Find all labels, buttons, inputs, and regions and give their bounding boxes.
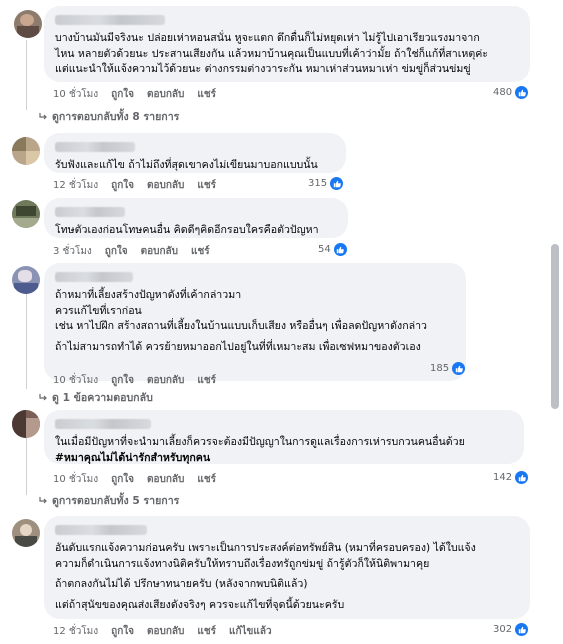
commenter-name-blurred[interactable] [55,142,135,152]
like-button[interactable]: ถูกใจ [105,244,128,259]
comment-actions: 10 ชั่วโมง ถูกใจ ตอบกลับ แชร์ [53,87,216,102]
comment-text: ถ้าไม่สามารถทำได้ ควรย้ายหมาออกไปอยู่ในท… [55,340,421,353]
reaction-count[interactable]: 315 [308,177,344,190]
avatar[interactable] [12,137,40,165]
comment-actions: 10 ชั่วโมง ถูกใจ ตอบกลับ แชร์ [53,472,216,487]
reply-arrow-icon [39,112,47,119]
like-button[interactable]: ถูกใจ [111,624,134,639]
reply-button[interactable]: ตอบกลับ [141,244,178,259]
avatar[interactable] [12,266,40,294]
comment-bubble: โทษตัวเองก่อนโทษคนอื่น คิดดีๆคิดอีกรอบใค… [44,198,348,238]
comment-bubble: อันดับแรกแจ้งความก่อนครับ เพราะเป็นการปร… [44,516,530,619]
edited-label: แก้ไขแล้ว [229,626,272,637]
comment-text: โทษตัวเองก่อนโทษคนอื่น คิดดีๆคิดอีกรอบใค… [55,224,319,236]
comment-text: ในเมื่อมีปัญหาที่จะนำมาเลี้ยงก็ควรจะต้อง… [55,436,465,448]
reply-button[interactable]: ตอบกลับ [147,178,184,193]
timestamp[interactable]: 10 ชั่วโมง [53,472,98,487]
share-button[interactable]: แชร์ [197,373,216,388]
reaction-count[interactable]: 480 [493,86,529,99]
commenter-name-blurred[interactable] [55,525,147,535]
reaction-number: 315 [308,178,328,189]
avatar[interactable] [14,10,42,38]
like-icon [515,86,529,99]
comment-text: อันดับแรกแจ้งความก่อนครับ เพราะเป็นการปร… [55,542,476,570]
reaction-count[interactable]: 185 [430,362,466,375]
commenter-name-blurred[interactable] [55,15,165,25]
timestamp[interactable]: 10 ชั่วโมง [53,373,98,388]
view-replies-label: ดูการตอบกลับทั้ง 8 รายการ [52,111,180,123]
like-button[interactable]: ถูกใจ [111,87,134,102]
like-icon [330,177,344,190]
like-icon [333,243,347,256]
view-replies-link[interactable]: ดูการตอบกลับทั้ง 8 รายการ [38,108,179,125]
reaction-count[interactable]: 54 [318,243,347,256]
comment-text: บางบ้านมันมีจริงนะ ปล่อยเห่าหอนสนั่น หูจ… [55,32,488,75]
commenter-name-blurred[interactable] [55,272,133,282]
reply-button[interactable]: ตอบกลับ [147,373,184,388]
reply-button[interactable]: ตอบกลับ [147,624,184,639]
comment-text: แต่ถ้าสุนัขของคุณส่งเสียงดังจริงๆ ควรจะแ… [55,598,345,611]
reply-arrow-icon [39,393,47,400]
like-button[interactable]: ถูกใจ [111,472,134,487]
view-replies-link[interactable]: ดู 1 ข้อความตอบกลับ [38,389,153,406]
like-button[interactable]: ถูกใจ [111,178,134,193]
comment-text: ถ้าหมาที่เลี้ยงสร้างปัญหาดังที่เค้ากล่าว… [55,289,427,332]
thread-line [26,40,27,110]
share-button[interactable]: แชร์ [197,472,216,487]
view-replies-label: ดู 1 ข้อความตอบกลับ [52,392,153,404]
reaction-number: 185 [430,363,450,374]
reaction-number: 480 [493,87,513,98]
like-button[interactable]: ถูกใจ [111,373,134,388]
share-button[interactable]: แชร์ [197,178,216,193]
reply-button[interactable]: ตอบกลับ [147,472,184,487]
reaction-count[interactable]: 302 [493,623,529,636]
like-icon [452,362,466,375]
comment-actions: 12 ชั่วโมง ถูกใจ ตอบกลับ แชร์ [53,178,216,193]
timestamp[interactable]: 12 ชั่วโมง [53,624,98,639]
scrollbar-thumb[interactable] [551,244,559,409]
timestamp[interactable]: 12 ชั่วโมง [53,178,98,193]
avatar[interactable] [12,519,40,547]
like-icon [515,623,529,636]
avatar[interactable] [12,200,40,228]
share-button[interactable]: แชร์ [197,87,216,102]
reaction-count[interactable]: 142 [493,471,529,484]
reaction-number: 54 [318,244,331,255]
comment-bubble: รับฟังและแก้ไข ถ้าไม่ถึงที่สุดเขาคงไม่เข… [44,133,346,173]
comment-bubble: ถ้าหมาที่เลี้ยงสร้างปัญหาดังที่เค้ากล่าว… [44,263,466,381]
reply-arrow-icon [39,496,47,503]
commenter-name-blurred[interactable] [55,207,125,217]
timestamp[interactable]: 10 ชั่วโมง [53,87,98,102]
like-icon [515,471,529,484]
share-button[interactable]: แชร์ [191,244,210,259]
comment-actions: 12 ชั่วโมง ถูกใจ ตอบกลับ แชร์ แก้ไขแล้ว [53,624,272,639]
share-button[interactable]: แชร์ [197,624,216,639]
view-replies-link[interactable]: ดูการตอบกลับทั้ง 5 รายการ [38,492,179,509]
timestamp[interactable]: 3 ชั่วโมง [53,244,92,259]
reaction-number: 142 [493,472,513,483]
view-replies-label: ดูการตอบกลับทั้ง 5 รายการ [52,495,180,507]
reaction-number: 302 [493,624,513,635]
comment-actions: 10 ชั่วโมง ถูกใจ ตอบกลับ แชร์ [53,373,216,388]
avatar[interactable] [12,410,40,438]
thread-line [26,435,27,495]
comment-actions: 3 ชั่วโมง ถูกใจ ตอบกลับ แชร์ [53,244,210,259]
comment-text: ถ้าตกลงกันไม่ได้ ปรึกษาทนายครับ (หลังจาก… [55,578,308,590]
comment-bubble: ในเมื่อมีปัญหาที่จะนำมาเลี้ยงก็ควรจะต้อง… [44,410,524,464]
commenter-name-blurred[interactable] [55,419,151,429]
comment-bubble: บางบ้านมันมีจริงนะ ปล่อยเห่าหอนสนั่น หูจ… [44,6,530,82]
hashtag[interactable]: #หมาคุณไม่ได้น่ารักสำหรับทุกคน [55,451,513,467]
reply-button[interactable]: ตอบกลับ [147,87,184,102]
thread-line [26,293,27,389]
comment-text: รับฟังและแก้ไข ถ้าไม่ถึงที่สุดเขาคงไม่เข… [55,159,318,171]
